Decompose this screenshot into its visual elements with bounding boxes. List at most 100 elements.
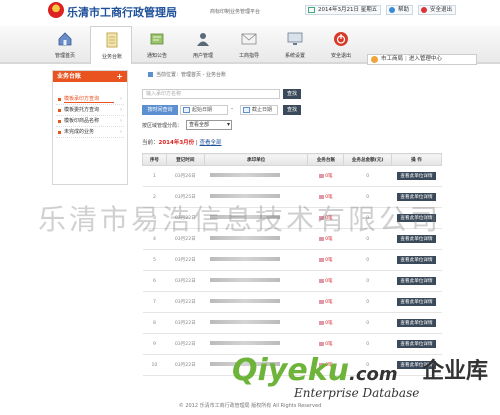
view-detail-button[interactable]: 查看此单位详情 xyxy=(397,277,436,285)
ledger-mark-icon xyxy=(319,173,325,178)
nav-notice[interactable]: 通知公告 xyxy=(136,26,178,64)
search-button[interactable]: 查找 xyxy=(283,89,301,99)
ledger-table: 序号 登记时间 承印单位 业务台账 业务总金额(元) 操 作 1 03月26日 0笔… xyxy=(142,153,442,376)
row-action: 查看此单位详情 xyxy=(391,291,442,313)
row-date: 03月22日 xyxy=(166,270,205,292)
table-row: 2 03月25日 0笔 0 查看此单位详情 xyxy=(142,186,442,208)
start-date-field[interactable]: 起始日期 xyxy=(180,105,228,115)
district-select[interactable]: 查看全部 ▾ xyxy=(186,120,232,130)
sidebar-item-printer-query[interactable]: 模板承印方查询 › xyxy=(56,94,124,105)
row-no: 5 xyxy=(142,249,167,271)
row-date: 03月22日 xyxy=(166,249,205,271)
date-query-button[interactable]: 按时间查询 xyxy=(142,105,178,115)
redacted-unit-name xyxy=(210,215,281,220)
nav-users-label: 用户管理 xyxy=(192,53,213,59)
ledger-mark-icon xyxy=(319,257,325,262)
row-unit xyxy=(204,186,308,208)
view-detail-button[interactable]: 查看此单位详情 xyxy=(397,235,436,243)
row-unit xyxy=(204,312,308,334)
row-date: 03月22日 xyxy=(166,312,205,334)
enter-admin-link[interactable]: 进入管理中心 xyxy=(409,56,442,62)
nav-guide-label: 工商指导 xyxy=(238,53,259,59)
view-detail-button[interactable]: 查看此单位详情 xyxy=(397,340,436,348)
row-unit xyxy=(204,270,308,292)
row-biz: 0笔 xyxy=(307,354,344,376)
date-search-button[interactable]: 查找 xyxy=(283,105,301,115)
view-detail-button[interactable]: 查看此单位详情 xyxy=(397,256,436,264)
calendar-icon xyxy=(183,107,190,113)
row-amount: 0 xyxy=(343,333,392,355)
monitor-icon xyxy=(287,32,303,45)
row-no: 2 xyxy=(142,186,167,208)
table-row: 3 03月22日 0笔 0 查看此单位详情 xyxy=(142,207,442,229)
sidebar-item-product-name[interactable]: 模板印商品名称 › xyxy=(56,116,124,127)
emblem-icon xyxy=(48,2,64,18)
sidebar-item-unfinished[interactable]: 未完成的业务 › xyxy=(56,127,124,138)
power-icon xyxy=(421,7,427,13)
nav-users[interactable]: 用户管理 xyxy=(182,26,224,64)
bullet-icon xyxy=(58,131,61,134)
nav-logout-label: 安全退出 xyxy=(330,53,351,59)
row-action: 查看此单位详情 xyxy=(391,333,442,355)
view-detail-button[interactable]: 查看此单位详情 xyxy=(397,172,436,180)
search-input[interactable]: 输入承印方名称 xyxy=(142,89,280,99)
nav-guide[interactable]: 工商指导 xyxy=(228,26,270,64)
nav-settings[interactable]: 系统设置 xyxy=(274,26,316,64)
table-row: 5 03月22日 0笔 0 查看此单位详情 xyxy=(142,249,442,271)
nav-logout[interactable]: 安全退出 xyxy=(320,26,362,64)
guide-icon xyxy=(241,33,257,45)
current-filter: 当前：2014年3月份 | 查看全部 xyxy=(142,140,222,146)
view-detail-button[interactable]: 查看此单位详情 xyxy=(397,214,436,222)
row-biz: 0笔 xyxy=(307,249,344,271)
ledger-mark-icon xyxy=(319,299,325,304)
col-amount: 业务总金额(元) xyxy=(343,153,393,166)
redacted-unit-name xyxy=(210,173,281,178)
ledger-mark-icon xyxy=(319,320,325,325)
col-unit: 承印单位 xyxy=(203,153,309,166)
table-row: 7 03月22日 0笔 0 查看此单位详情 xyxy=(142,291,442,313)
nav-notice-label: 通知公告 xyxy=(146,53,167,59)
date-range-separator: - xyxy=(231,105,234,112)
row-unit xyxy=(204,228,308,250)
app-subtitle: 商标印制业务管理平台 xyxy=(210,9,261,15)
row-date: 03月22日 xyxy=(166,207,205,229)
bullet-icon xyxy=(58,98,61,101)
plus-icon[interactable]: + xyxy=(116,71,123,82)
end-date-field[interactable]: 截止日期 xyxy=(240,105,278,115)
sidebar-item-client-query[interactable]: 模板委托方查询 › xyxy=(56,105,124,116)
row-biz: 0笔 xyxy=(307,207,344,229)
col-biz: 业务台账 xyxy=(307,153,345,166)
user-tag: 市工商局 | 进入管理中心 xyxy=(367,54,477,65)
logout-button[interactable]: 安全退出 xyxy=(418,5,457,15)
notice-icon xyxy=(150,33,164,45)
row-no: 10 xyxy=(142,354,167,376)
ledger-mark-icon xyxy=(319,215,325,220)
calendar-icon xyxy=(243,107,250,113)
row-no: 7 xyxy=(142,291,167,313)
row-amount: 0 xyxy=(343,249,392,271)
view-detail-button[interactable]: 查看此单位详情 xyxy=(397,319,436,327)
row-unit xyxy=(204,291,308,313)
sidebar-title: 业务台账 + xyxy=(53,71,127,82)
bullet-icon xyxy=(58,109,61,112)
nav-home[interactable]: 管理首页 xyxy=(44,26,86,64)
row-biz: 0笔 xyxy=(307,291,344,313)
row-no: 3 xyxy=(142,207,167,229)
row-amount: 0 xyxy=(343,354,392,376)
view-all-link[interactable]: 查看全部 xyxy=(200,140,222,146)
row-action: 查看此单位详情 xyxy=(391,186,442,208)
help-button[interactable]: 帮助 xyxy=(386,5,414,15)
row-no: 4 xyxy=(142,228,167,250)
row-amount: 0 xyxy=(343,312,392,334)
row-amount: 0 xyxy=(343,228,392,250)
home-icon xyxy=(58,32,72,46)
ledger-mark-icon xyxy=(319,362,325,367)
view-detail-button[interactable]: 查看此单位详情 xyxy=(397,361,436,369)
nav-ledger[interactable]: 业务台账 xyxy=(90,26,132,64)
view-detail-button[interactable]: 查看此单位详情 xyxy=(397,193,436,201)
location-icon xyxy=(148,72,153,77)
row-biz: 0笔 xyxy=(307,333,344,355)
row-action: 查看此单位详情 xyxy=(391,270,442,292)
view-detail-button[interactable]: 查看此单位详情 xyxy=(397,298,436,306)
redacted-unit-name xyxy=(210,194,281,199)
